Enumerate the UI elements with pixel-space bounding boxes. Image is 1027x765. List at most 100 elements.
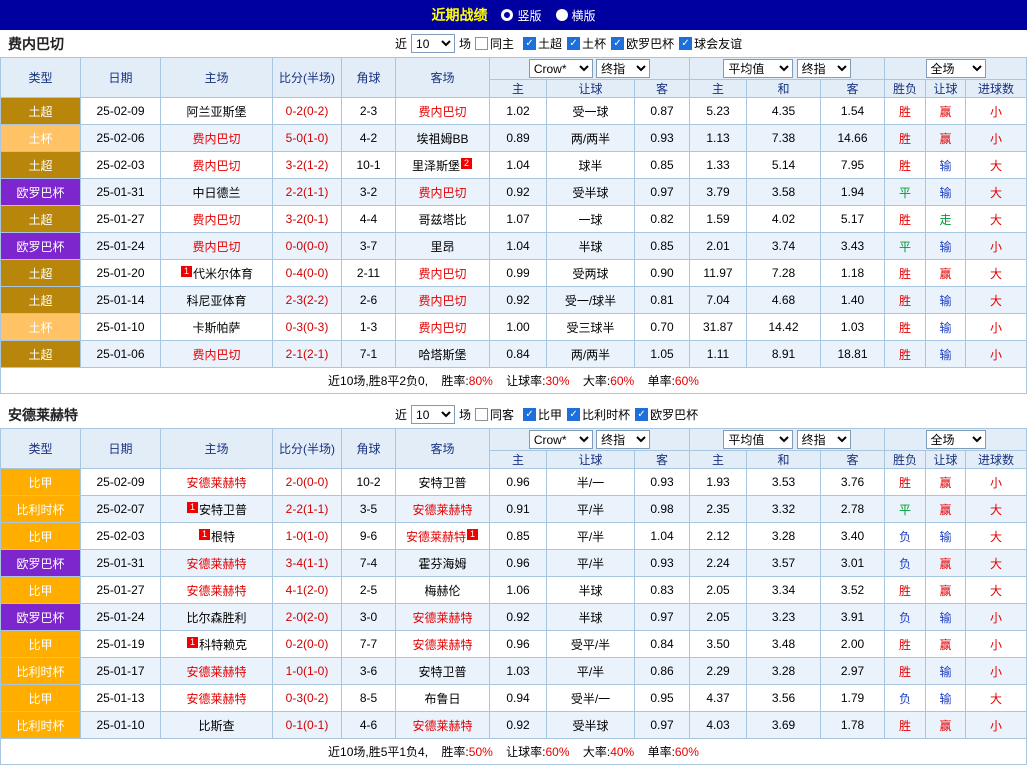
checkbox-checked-icon[interactable]: [567, 408, 580, 421]
team-name-link[interactable]: 卡斯帕萨: [192, 321, 240, 335]
checkbox-checked-icon[interactable]: [523, 37, 536, 50]
score[interactable]: 2-0(0-0): [273, 469, 342, 496]
score[interactable]: 2-2(1-1): [273, 179, 342, 206]
checkbox-checked-icon[interactable]: [523, 408, 536, 421]
team-name-link[interactable]: 费内巴切: [192, 213, 240, 227]
checkbox-checked-icon[interactable]: [611, 37, 624, 50]
league-filter[interactable]: 土杯: [567, 35, 606, 52]
team-name-link[interactable]: 费内巴切: [418, 294, 466, 308]
team-name-link[interactable]: 安德莱赫特: [412, 611, 472, 625]
team-name-link[interactable]: 费内巴切: [418, 186, 466, 200]
bookmaker-select[interactable]: Crow*: [529, 430, 593, 449]
team-name-link[interactable]: 布鲁日: [424, 692, 460, 706]
team-name-link[interactable]: 科特赖克: [199, 638, 247, 652]
average-select[interactable]: 平均值: [723, 59, 793, 78]
team-name-link[interactable]: 霍芬海姆: [418, 557, 466, 571]
score[interactable]: 3-2(1-2): [273, 152, 342, 179]
score[interactable]: 0-2(0-0): [273, 631, 342, 658]
team-name-link[interactable]: 费内巴切: [418, 267, 466, 281]
team-name-link[interactable]: 安德莱赫特: [186, 584, 246, 598]
avg-time-select[interactable]: 终指: [797, 430, 851, 449]
avg-time-select[interactable]: 终指: [797, 59, 851, 78]
team-name-link[interactable]: 安德莱赫特: [186, 476, 246, 490]
score[interactable]: 0-0(0-0): [273, 233, 342, 260]
team-name-link[interactable]: 安德莱赫特: [406, 530, 466, 544]
score[interactable]: 3-2(0-1): [273, 206, 342, 233]
checkbox-checked-icon[interactable]: [567, 37, 580, 50]
team-name-link[interactable]: 费内巴切: [192, 348, 240, 362]
team-name-link[interactable]: 根特: [211, 530, 235, 544]
same-venue-filter[interactable]: 同主: [475, 35, 514, 52]
radio-unselected-icon[interactable]: [556, 9, 568, 21]
odds-time-select[interactable]: 终指: [596, 59, 650, 78]
team-name-link[interactable]: 安特卫普: [418, 476, 466, 490]
red-card-badge: 1: [187, 502, 198, 513]
score[interactable]: 5-0(1-0): [273, 125, 342, 152]
team-name-link[interactable]: 哈塔斯堡: [418, 348, 466, 362]
handicap-result-flag: 输: [926, 685, 966, 712]
score[interactable]: 0-1(0-1): [273, 712, 342, 739]
team-name-link[interactable]: 安德莱赫特: [412, 638, 472, 652]
average-select[interactable]: 平均值: [723, 430, 793, 449]
score[interactable]: 2-2(1-1): [273, 496, 342, 523]
score[interactable]: 2-1(2-1): [273, 341, 342, 368]
team-name-link[interactable]: 费内巴切: [418, 321, 466, 335]
team-name-link[interactable]: 中日德兰: [192, 186, 240, 200]
league-filter[interactable]: 球会友谊: [679, 35, 742, 52]
score[interactable]: 0-4(0-0): [273, 260, 342, 287]
radio-horizontal-layout[interactable]: 横版: [556, 7, 596, 24]
team-name-link[interactable]: 阿兰亚斯堡: [186, 105, 246, 119]
team-name-link[interactable]: 梅赫伦: [424, 584, 460, 598]
score[interactable]: 1-0(1-0): [273, 658, 342, 685]
team-name-link[interactable]: 比尔森胜利: [186, 611, 246, 625]
score[interactable]: 1-0(1-0): [273, 523, 342, 550]
radio-selected-icon[interactable]: [501, 9, 513, 21]
team-name-link[interactable]: 科尼亚体育: [186, 294, 246, 308]
league-filter[interactable]: 欧罗巴杯: [635, 406, 698, 423]
handicap-rate-stat: 让球率:30%: [506, 374, 569, 388]
match-scope-select[interactable]: 全场: [926, 59, 986, 78]
checkbox-unchecked-icon[interactable]: [475, 408, 488, 421]
team-name-link[interactable]: 安德莱赫特: [186, 665, 246, 679]
team-name-link[interactable]: 埃祖姆BB: [416, 132, 468, 146]
bookmaker-select[interactable]: Crow*: [529, 59, 593, 78]
league-filter[interactable]: 比利时杯: [567, 406, 630, 423]
team-name-link[interactable]: 安德莱赫特: [412, 719, 472, 733]
match-scope-select[interactable]: 全场: [926, 430, 986, 449]
team-name-link[interactable]: 代米尔体育: [193, 267, 253, 281]
league-filter[interactable]: 欧罗巴杯: [611, 35, 674, 52]
match-count-select[interactable]: 10: [411, 405, 455, 424]
team-name-link[interactable]: 安德莱赫特: [186, 557, 246, 571]
team-name-link[interactable]: 费内巴切: [192, 159, 240, 173]
score[interactable]: 3-4(1-1): [273, 550, 342, 577]
team-name-link[interactable]: 费内巴切: [418, 105, 466, 119]
team-name-link[interactable]: 安德莱赫特: [186, 692, 246, 706]
team-name-link[interactable]: 安特卫普: [199, 503, 247, 517]
team-name-link[interactable]: 比斯查: [198, 719, 234, 733]
league-filter[interactable]: 比甲: [523, 406, 562, 423]
score[interactable]: 4-1(2-0): [273, 577, 342, 604]
score[interactable]: 0-3(0-3): [273, 314, 342, 341]
home-team-cell: 科尼亚体育: [161, 287, 273, 314]
same-venue-filter[interactable]: 同客: [475, 406, 514, 423]
away-team-cell: 哈塔斯堡: [396, 341, 490, 368]
checkbox-checked-icon[interactable]: [635, 408, 648, 421]
odds-time-select[interactable]: 终指: [596, 430, 650, 449]
league-filter[interactable]: 土超: [523, 35, 562, 52]
avg-odds-home: 2.12: [690, 523, 747, 550]
team-name-link[interactable]: 费内巴切: [192, 132, 240, 146]
team-name-link[interactable]: 里泽斯堡: [412, 159, 460, 173]
team-name-link[interactable]: 安特卫普: [418, 665, 466, 679]
team-name-link[interactable]: 里昂: [430, 240, 454, 254]
score[interactable]: 0-3(0-2): [273, 685, 342, 712]
radio-vertical-layout[interactable]: 竖版: [501, 7, 541, 24]
checkbox-checked-icon[interactable]: [679, 37, 692, 50]
score[interactable]: 2-3(2-2): [273, 287, 342, 314]
team-name-link[interactable]: 哥兹塔比: [418, 213, 466, 227]
team-name-link[interactable]: 费内巴切: [192, 240, 240, 254]
score[interactable]: 0-2(0-2): [273, 98, 342, 125]
match-count-select[interactable]: 10: [411, 34, 455, 53]
score[interactable]: 2-0(2-0): [273, 604, 342, 631]
team-name-link[interactable]: 安德莱赫特: [412, 503, 472, 517]
checkbox-unchecked-icon[interactable]: [475, 37, 488, 50]
